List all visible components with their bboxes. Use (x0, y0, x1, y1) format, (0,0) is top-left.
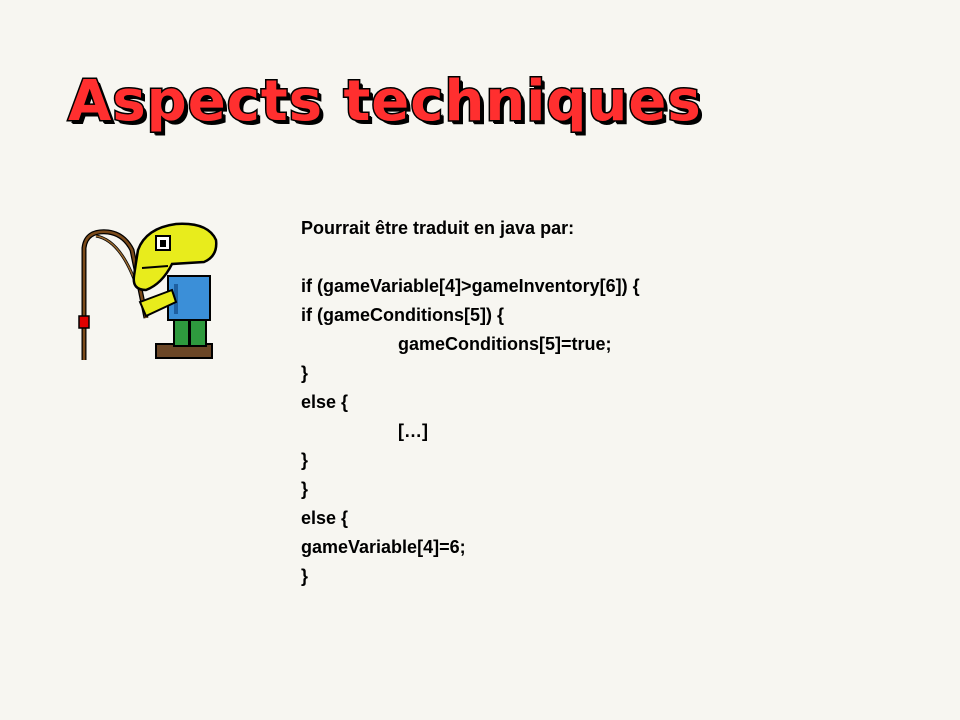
code-line: else { (301, 392, 349, 412)
code-line: gameConditions[5]=true; (398, 334, 612, 354)
code-line: } (301, 479, 309, 499)
intro-text: Pourrait être traduit en java par: (301, 218, 575, 238)
code-line: } (301, 363, 309, 383)
code-line: gameVariable[4]=6; (301, 537, 466, 557)
code-line: } (301, 566, 309, 586)
code-line: else { (301, 508, 349, 528)
code-block: Pourrait être traduit en java par: if (g… (301, 214, 801, 591)
code-line: if (gameVariable[4]>gameInventory[6]) { (301, 276, 640, 296)
fisherman-mascot-icon (78, 222, 218, 360)
code-line: if (gameConditions[5]) { (301, 305, 504, 325)
slide-title: Aspects techniques (67, 68, 703, 136)
code-line: } (301, 450, 309, 470)
code-line: […] (398, 421, 428, 441)
